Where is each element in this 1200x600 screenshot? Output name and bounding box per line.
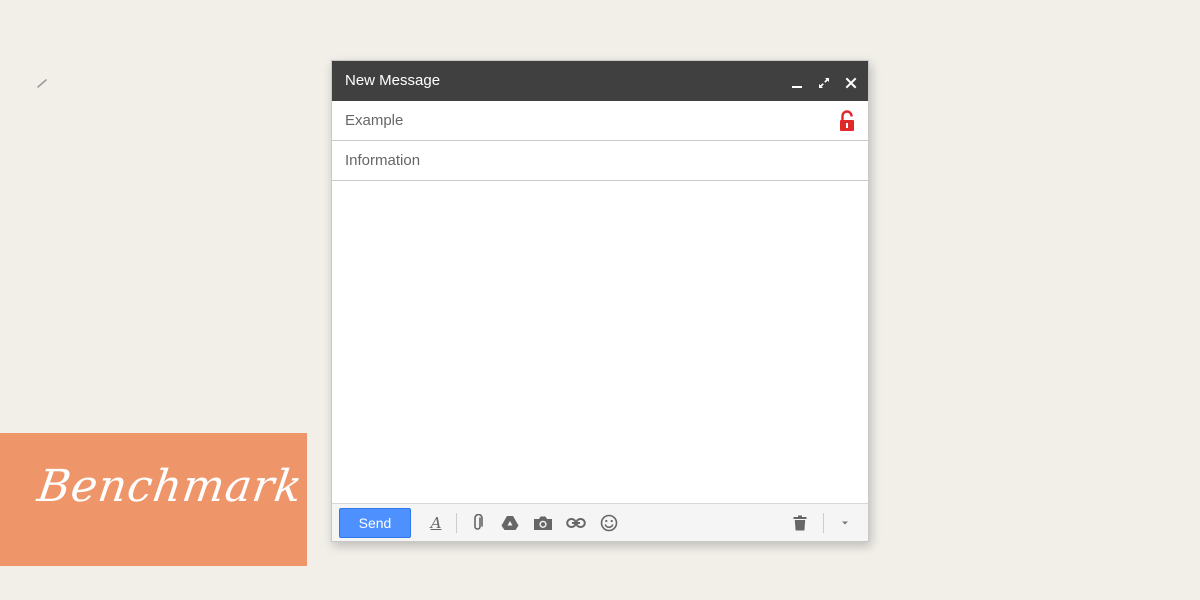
emoji-icon bbox=[600, 514, 618, 532]
discard-button[interactable] bbox=[790, 513, 810, 533]
unlock-icon[interactable] bbox=[838, 110, 856, 132]
minimize-button[interactable] bbox=[789, 75, 804, 90]
minimize-icon bbox=[791, 85, 802, 88]
toolbar-separator bbox=[823, 513, 824, 533]
more-options-button[interactable] bbox=[835, 513, 855, 533]
format-text-icon: A bbox=[430, 514, 442, 532]
compose-window: New Message Example Information Send A bbox=[331, 60, 869, 542]
compose-toolbar: Send A bbox=[332, 503, 868, 541]
trash-icon bbox=[793, 515, 807, 531]
to-field-value: Example bbox=[345, 112, 404, 129]
insert-link-button[interactable] bbox=[566, 513, 586, 533]
compose-title: New Message bbox=[345, 72, 441, 89]
compose-titlebar[interactable]: New Message bbox=[332, 61, 868, 101]
brand-logo: Benchmark bbox=[34, 461, 306, 512]
format-text-button[interactable]: A bbox=[426, 513, 446, 533]
pencil-mark-icon bbox=[37, 79, 47, 88]
message-body[interactable] bbox=[332, 182, 868, 504]
drive-icon bbox=[501, 516, 519, 530]
expand-button[interactable] bbox=[816, 75, 831, 90]
insert-photo-button[interactable] bbox=[533, 513, 553, 533]
subject-field-value: Information bbox=[345, 152, 421, 169]
close-icon bbox=[845, 77, 856, 88]
attach-icon bbox=[474, 514, 483, 530]
attach-button[interactable] bbox=[468, 513, 488, 533]
send-button[interactable]: Send bbox=[339, 508, 411, 538]
drive-button[interactable] bbox=[500, 513, 520, 533]
expand-icon bbox=[818, 77, 829, 88]
subject-field[interactable]: Information bbox=[332, 141, 868, 181]
toolbar-separator bbox=[456, 513, 457, 533]
link-icon bbox=[566, 518, 586, 528]
window-controls bbox=[789, 75, 858, 90]
close-button[interactable] bbox=[843, 75, 858, 90]
camera-icon bbox=[534, 516, 552, 530]
to-field[interactable]: Example bbox=[332, 101, 868, 141]
emoji-button[interactable] bbox=[599, 513, 619, 533]
more-options-icon bbox=[842, 521, 848, 525]
brand-block: Benchmark bbox=[0, 433, 307, 566]
